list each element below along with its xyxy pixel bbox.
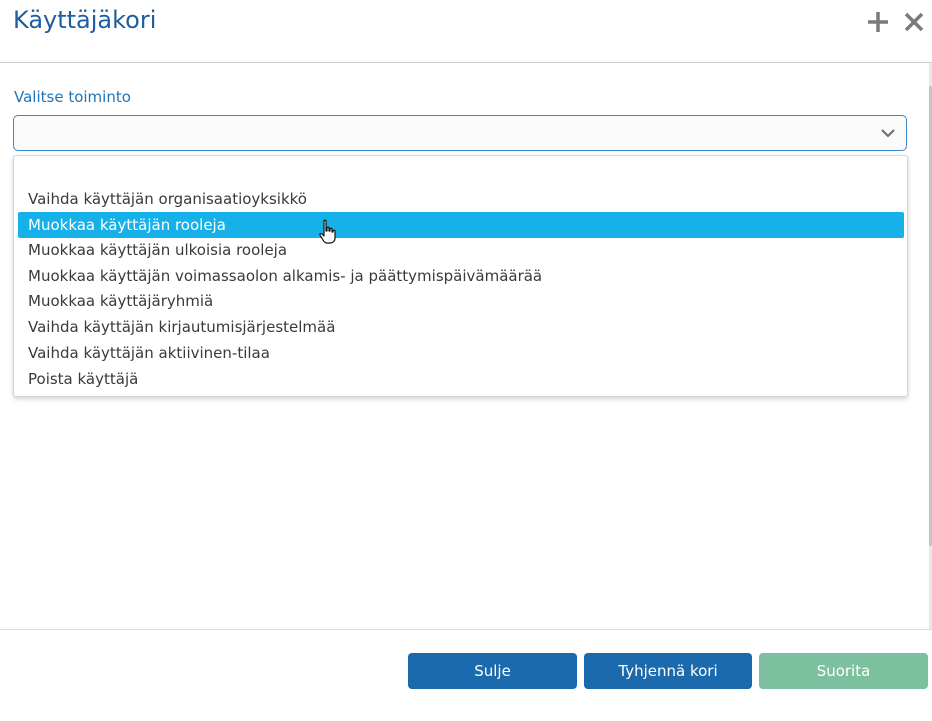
dialog-header: Käyttäjäkori xyxy=(0,0,932,63)
option-edit-user-groups[interactable]: Muokkaa käyttäjäryhmiä xyxy=(18,288,904,314)
close-icon[interactable] xyxy=(900,8,928,36)
option-empty[interactable] xyxy=(18,162,904,188)
option-change-org-unit[interactable]: Vaihda käyttäjän organisaatioyksikkö xyxy=(18,186,904,212)
empty-cart-button[interactable]: Tyhjennä kori xyxy=(584,653,752,689)
dialog-title: Käyttäjäkori xyxy=(13,6,157,34)
option-change-login-system[interactable]: Vaihda käyttäjän kirjautumisjärjestelmää xyxy=(18,314,904,340)
action-dropdown-list: Vaihda käyttäjän organisaatioyksikkö Muo… xyxy=(13,155,908,397)
chevron-down-icon[interactable] xyxy=(880,125,896,141)
option-edit-external-roles[interactable]: Muokkaa käyttäjän ulkoisia rooleja xyxy=(18,237,904,263)
option-edit-roles[interactable]: Muokkaa käyttäjän rooleja xyxy=(18,212,904,238)
action-select[interactable] xyxy=(13,115,907,151)
plus-icon[interactable] xyxy=(864,8,892,36)
action-select-label: Valitse toiminto xyxy=(14,88,131,106)
run-button[interactable]: Suorita xyxy=(759,653,928,689)
option-edit-validity-dates[interactable]: Muokkaa käyttäjän voimassaolon alkamis- … xyxy=(18,263,904,289)
close-button[interactable]: Sulje xyxy=(408,653,577,689)
option-delete-user[interactable]: Poista käyttäjä xyxy=(18,366,904,392)
hand-pointer-icon xyxy=(318,219,338,245)
option-change-active-state[interactable]: Vaihda käyttäjän aktiivinen-tilaa xyxy=(18,340,904,366)
